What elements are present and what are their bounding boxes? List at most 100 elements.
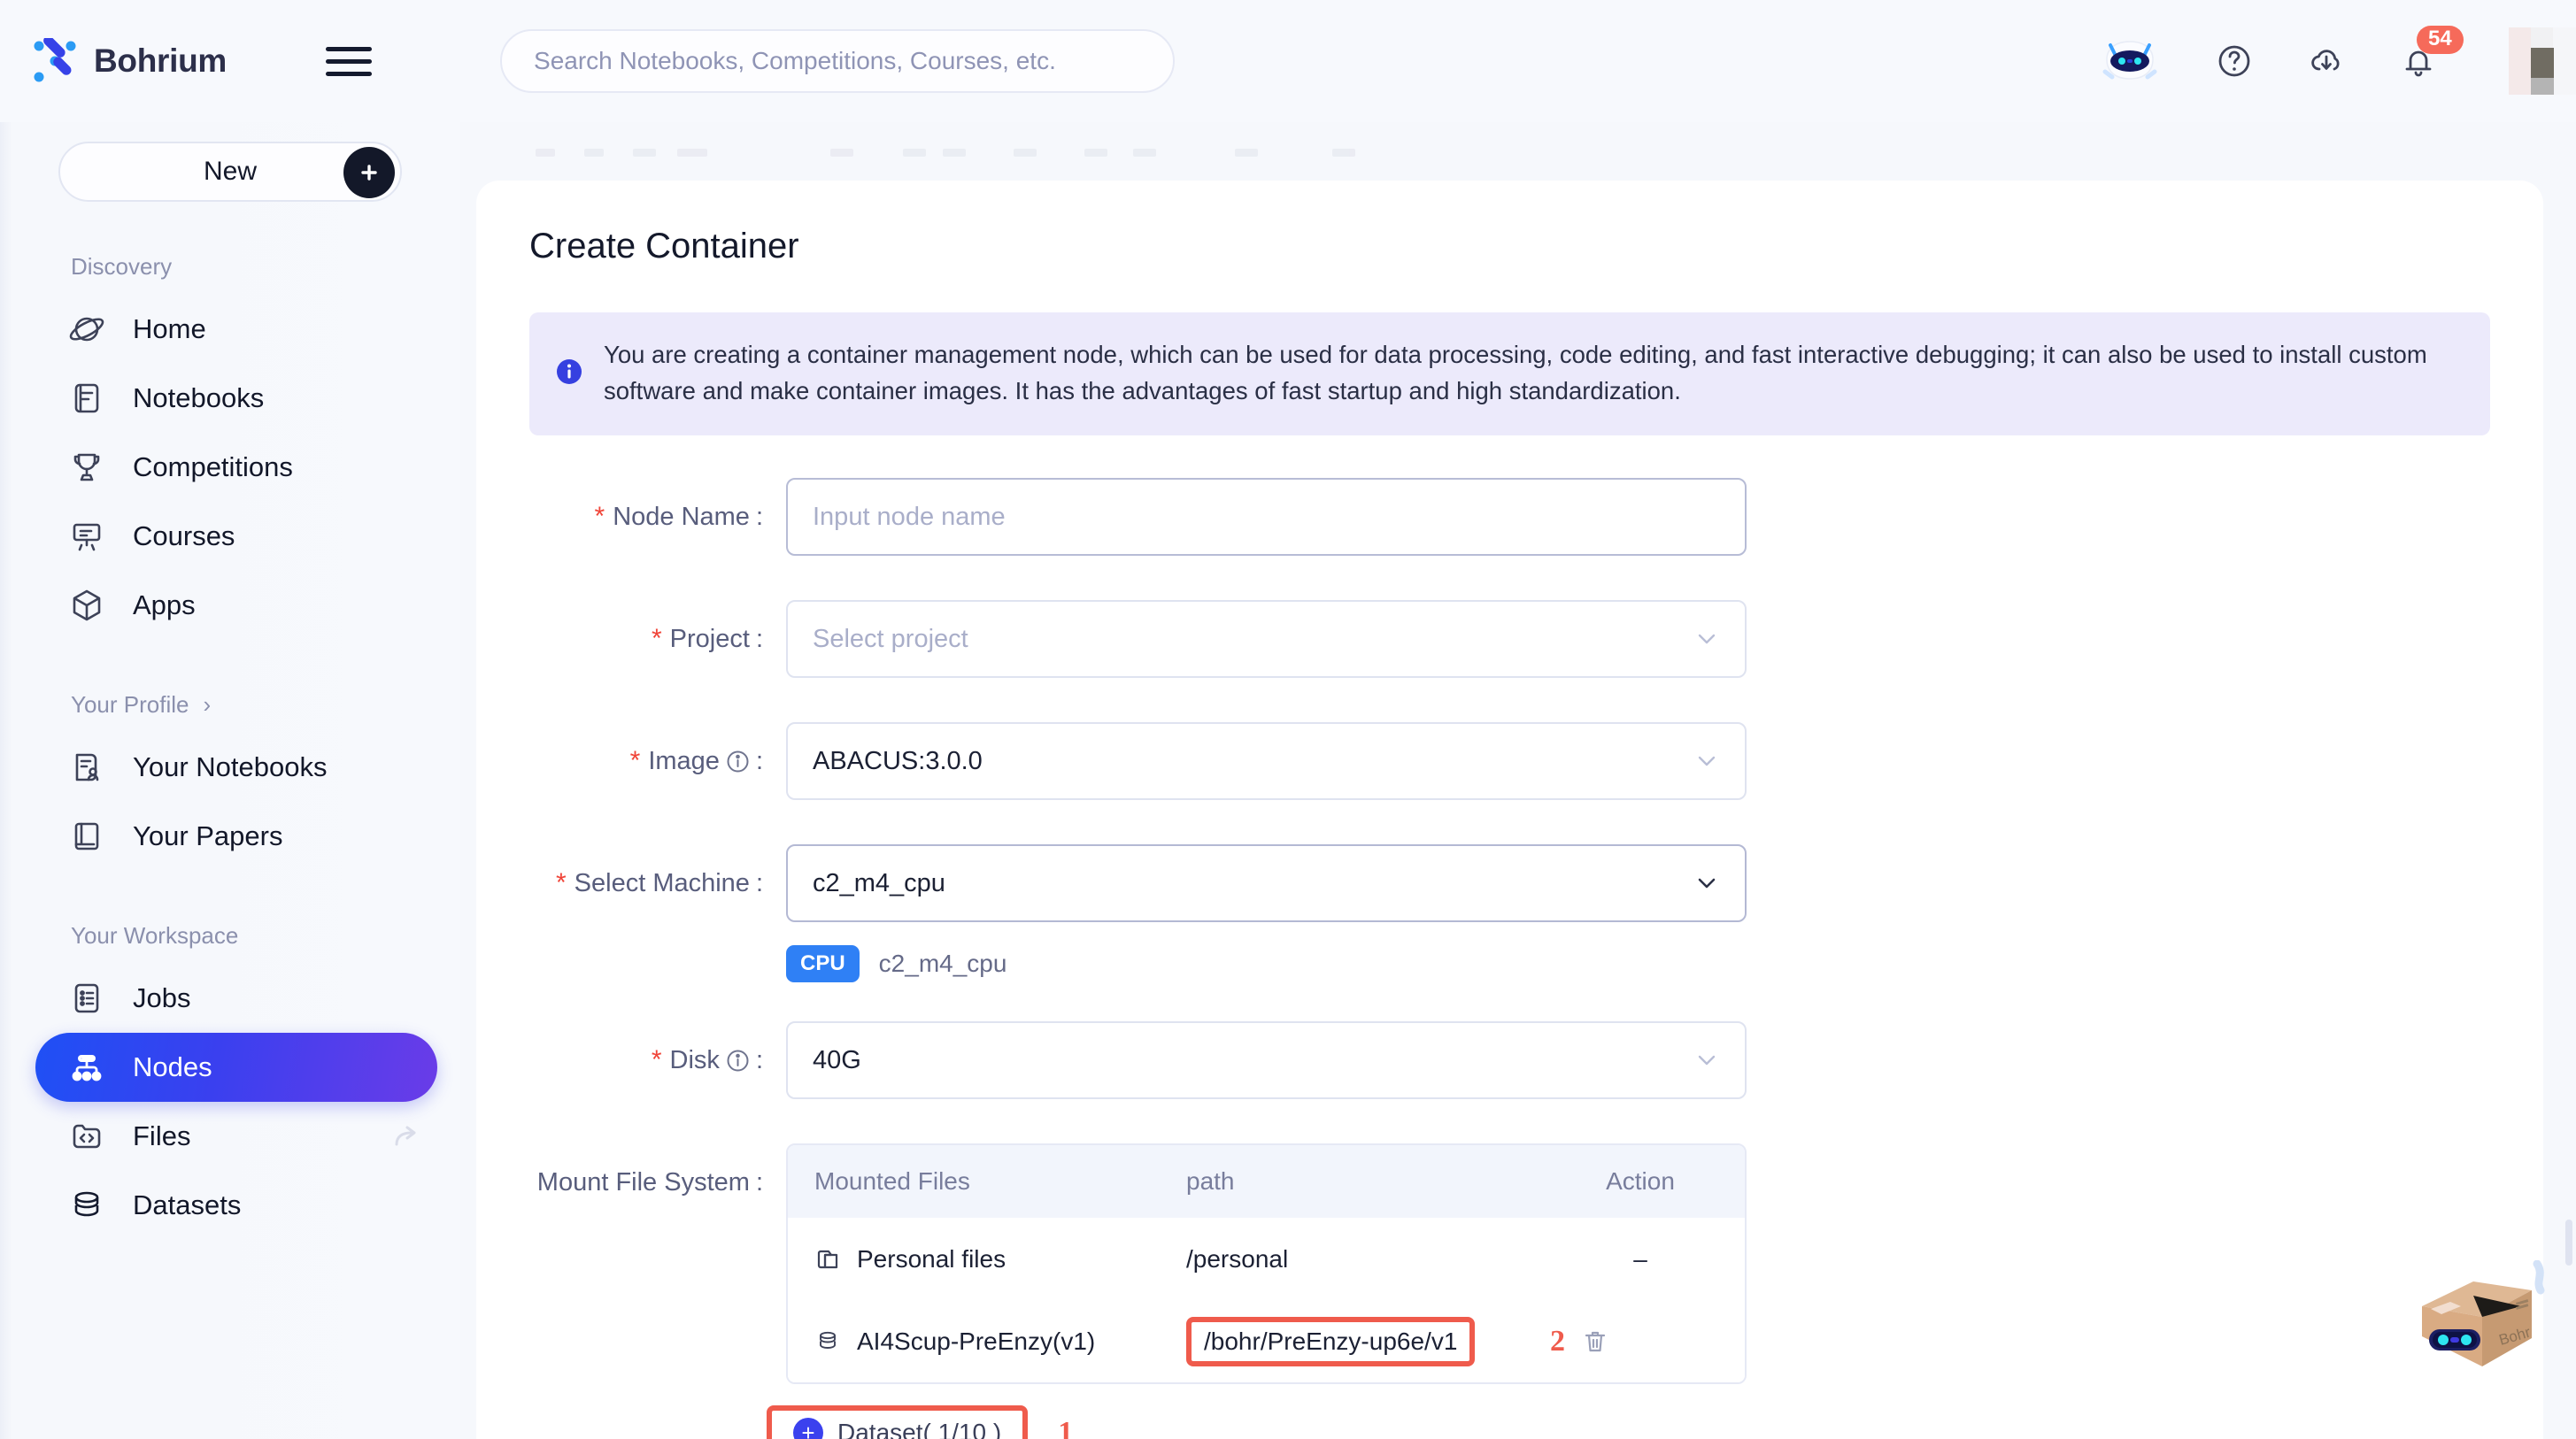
- node-name-label-text: Node Name: [613, 502, 750, 531]
- cpu-badge: CPU: [786, 945, 860, 983]
- chevron-right-icon: ›: [203, 691, 212, 718]
- mount-path-cell[interactable]: /bohr/PreEnzy-up6e/v1: [1186, 1316, 1476, 1366]
- table-row: AI4Scup-PreEnzy(v1) /bohr/PreEnzy-up6e/v…: [788, 1300, 1745, 1383]
- image-select[interactable]: ABACUS:3.0.0: [786, 722, 1747, 801]
- sidebar-item-label: Apps: [133, 589, 196, 620]
- info-banner-text: You are creating a container management …: [604, 341, 2427, 404]
- sidebar-item-notebooks[interactable]: Notebooks: [35, 364, 437, 433]
- disk-label: * Disk :: [651, 1045, 763, 1075]
- info-circle-icon: [554, 357, 584, 387]
- table-row: Personal files /personal –: [788, 1218, 1745, 1301]
- sidebar-group-discovery-label: Discovery: [71, 253, 460, 281]
- info-circle-icon[interactable]: [726, 1049, 750, 1073]
- sidebar-item-files[interactable]: Files: [35, 1102, 437, 1171]
- project-label-text: Project: [669, 624, 750, 653]
- trash-icon[interactable]: [1581, 1327, 1609, 1356]
- planet-icon: [67, 310, 106, 349]
- mount-table-header: Mounted Files path Action: [788, 1145, 1745, 1219]
- chevron-down-icon: [1693, 870, 1720, 896]
- sidebar-item-competitions[interactable]: Competitions: [35, 433, 437, 502]
- sidebar-group-workspace-label: Your Workspace: [71, 922, 460, 950]
- sidebar-item-label: Your Papers: [133, 820, 283, 851]
- sidebar-item-datasets[interactable]: Datasets: [35, 1171, 437, 1240]
- image-label-text: Image: [648, 746, 720, 775]
- required-asterisk: *: [629, 746, 641, 776]
- notebook-icon: [67, 379, 106, 418]
- avatar[interactable]: [2509, 27, 2576, 95]
- required-asterisk: *: [555, 868, 567, 898]
- sidebar-item-jobs[interactable]: Jobs: [35, 964, 437, 1033]
- trophy-icon: [67, 448, 106, 487]
- bell-icon[interactable]: 54: [2397, 26, 2464, 82]
- sidebar-item-your-notebooks[interactable]: Your Notebooks: [35, 733, 437, 802]
- chevron-down-icon: [1693, 1047, 1720, 1073]
- presentation-board-icon: [67, 517, 106, 556]
- chevron-down-icon: [1693, 626, 1720, 652]
- search-bar[interactable]: [500, 29, 1176, 93]
- required-asterisk: *: [651, 1045, 662, 1075]
- column-header-mounted-files: Mounted Files: [814, 1167, 970, 1196]
- field-row-select-machine: * Select Machine: c2_m4_cpu CPU c2_m4_cp…: [476, 844, 2543, 983]
- scrollbar-thumb[interactable]: [2565, 1220, 2572, 1266]
- sidebar-item-home[interactable]: Home: [35, 295, 437, 364]
- brand[interactable]: Bohrium: [32, 35, 228, 84]
- top-header: Bohrium Search Notebooks, Competitions, …: [0, 0, 2576, 122]
- brand-name: Bohrium: [94, 42, 228, 79]
- sidebar-item-label: Nodes: [133, 1051, 212, 1082]
- help-question-icon[interactable]: [2213, 40, 2256, 82]
- share-arrow-icon[interactable]: [391, 1120, 423, 1152]
- bohrium-logo-icon: [32, 35, 78, 84]
- sidebar-item-label: Files: [133, 1120, 191, 1151]
- annotation-marker-2: 2: [1550, 1324, 1565, 1358]
- sidebar-item-label: Home: [133, 313, 206, 344]
- disk-label-text: Disk: [669, 1045, 720, 1074]
- sidebar-item-courses[interactable]: Courses: [35, 502, 437, 571]
- field-row-project: * Project: Select project: [476, 600, 2543, 679]
- add-dataset-button[interactable]: + Dataset( 1/10 ): [767, 1405, 1029, 1439]
- mount-file-system-label-text: Mount File System: [536, 1167, 750, 1197]
- field-row-image: * Image : ABACUS:3.0.0: [476, 722, 2543, 801]
- annotation-marker-1: 1: [1058, 1416, 1074, 1439]
- database-stack-icon: [814, 1328, 841, 1355]
- mount-file-system-label: Mount File System:: [536, 1167, 763, 1197]
- cloud-download-icon[interactable]: [2305, 40, 2348, 82]
- info-circle-icon[interactable]: [726, 750, 750, 773]
- page-title: Create Container: [529, 227, 799, 265]
- robot-assistant-icon[interactable]: [2096, 36, 2163, 86]
- header-actions: 54: [2096, 26, 2576, 95]
- plus-icon[interactable]: [343, 147, 395, 198]
- add-dataset-label: Dataset( 1/10 ): [837, 1419, 1002, 1439]
- bohr-box-robot-icon[interactable]: Bohr: [2411, 1259, 2569, 1393]
- sidebar-item-apps[interactable]: Apps: [35, 571, 437, 640]
- book-icon: [67, 817, 106, 856]
- sidebar-item-nodes[interactable]: Nodes: [35, 1033, 437, 1102]
- mount-table: Mounted Files path Action Personal files…: [786, 1143, 1747, 1385]
- add-dataset-area: + Dataset( 1/10 ) 1: [767, 1405, 2543, 1439]
- chevron-down-icon: [1693, 748, 1720, 774]
- search-input[interactable]: [534, 47, 1142, 75]
- select-machine-label-text: Select Machine: [574, 868, 750, 897]
- project-select[interactable]: Select project: [786, 600, 1747, 679]
- machine-spec-name: c2_m4_cpu: [878, 950, 1007, 978]
- select-machine-value: c2_m4_cpu: [813, 868, 945, 897]
- select-machine-select[interactable]: c2_m4_cpu: [786, 844, 1747, 923]
- hamburger-menu-icon[interactable]: [326, 43, 373, 79]
- machine-spec-note: CPU c2_m4_cpu: [786, 945, 2543, 983]
- sidebar-group-profile-label[interactable]: Your Profile ›: [71, 691, 460, 719]
- node-name-input[interactable]: Input node name: [786, 478, 1747, 557]
- field-row-node-name: * Node Name: Input node name: [476, 478, 2543, 557]
- sidebar-item-label: Datasets: [133, 1189, 242, 1220]
- info-banner: You are creating a container management …: [529, 312, 2490, 436]
- disk-select[interactable]: 40G: [786, 1021, 1747, 1100]
- field-row-mount-file-system: Mount File System: Mounted Files path Ac…: [476, 1143, 2543, 1439]
- mounted-file-name: AI4Scup-PreEnzy(v1): [857, 1327, 1096, 1355]
- new-button[interactable]: New: [58, 142, 402, 202]
- node-name-placeholder: Input node name: [813, 502, 1006, 531]
- sidebar-item-your-papers[interactable]: Your Papers: [35, 802, 437, 871]
- main-content: Create Container You are creating a cont…: [460, 122, 2576, 1439]
- sidebar: New Discovery Home Notebooks Competition…: [0, 122, 460, 1439]
- notification-badge: 54: [2417, 26, 2464, 54]
- sidebar-item-label: Courses: [133, 520, 235, 551]
- field-row-disk: * Disk : 40G: [476, 1021, 2543, 1100]
- sidebar-item-label: Notebooks: [133, 382, 265, 413]
